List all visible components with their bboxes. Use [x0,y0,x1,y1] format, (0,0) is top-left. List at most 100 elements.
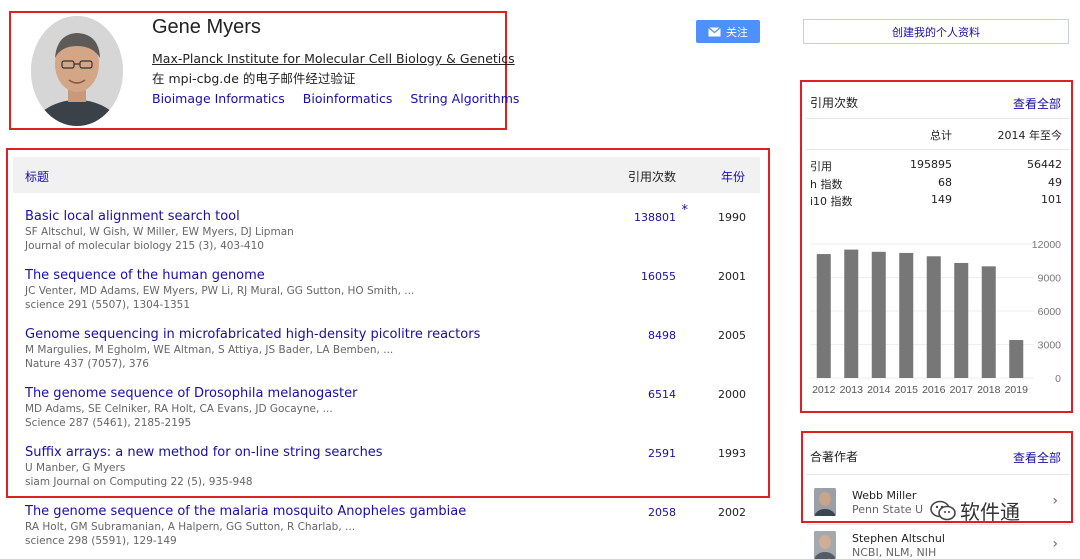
x-tick-label: 2015 [895,384,919,396]
chart-bar-2014[interactable] [871,251,886,378]
y-tick-label: 6000 [1038,306,1062,318]
chart-bar-2019[interactable] [1009,340,1024,378]
article-authors: RA Holt, GM Subramanian, A Halpern, GG S… [25,521,356,533]
follow-button[interactable]: 关注 [696,20,760,43]
mail-icon [708,26,721,36]
chart-bar-2017[interactable] [954,262,969,378]
article-journal: siam Journal on Computing 22 (5), 935-94… [25,476,253,488]
coauthors-title: 合著作者 [810,450,859,464]
metric-row: 引用 195895 56442 [810,158,1062,173]
article-year: 2005 [718,329,746,342]
x-tick-label: 2016 [922,384,946,396]
coauthors-divider [806,474,1070,475]
y-tick-label: 0 [1055,373,1061,385]
table-row: Genome sequencing in microfabricated hig… [25,327,760,385]
chart-bar-2013[interactable] [844,249,859,378]
interest-tag[interactable]: String Algorithms [410,91,519,106]
profile-email-verification: 在 mpi-cbg.de 的电子邮件经过验证 [152,71,356,86]
profile-name: Gene Myers [152,16,261,38]
coauthor-affiliation: NCBI, NLM, NIH [852,546,937,559]
article-title[interactable]: Genome sequencing in microfabricated hig… [25,327,480,342]
metric-label: i10 指数 [810,195,853,208]
column-cited-header: 引用次数 [627,170,676,184]
col-since-header: 2014 年至今 [997,129,1063,142]
article-journal: science 291 (5507), 1304-1351 [25,299,191,311]
coauthor-item[interactable]: Stephen Altschul NCBI, NLM, NIH › [810,527,1062,559]
y-tick-label: 9000 [1038,273,1062,285]
merged-citation-star[interactable]: * [682,203,689,218]
article-title[interactable]: Suffix arrays: a new method for on-line … [25,445,383,460]
x-tick-label: 2019 [1005,384,1029,396]
coauthor-avatar [814,488,836,516]
article-authors: M Margulies, M Egholm, WE Altman, S Atti… [25,344,394,356]
metric-row: h 指数 68 49 [810,176,1062,191]
citations-view-all-link[interactable]: 查看全部 [1013,95,1061,112]
articles-table-header: 标题 引用次数 年份 [13,157,760,193]
article-journal: Science 287 (5461), 2185-2195 [25,417,192,429]
article-year: 1990 [718,211,746,224]
chart-bar-2015[interactable] [899,252,914,378]
citations-divider [806,118,1070,119]
article-title[interactable]: The genome sequence of Drosophila melano… [25,386,357,401]
article-year: 1993 [718,447,746,460]
metric-label: 引用 [810,160,832,173]
profile-interests: Bioimage Informatics Bioinformatics Stri… [152,91,533,106]
article-authors: MD Adams, SE Celniker, RA Holt, CA Evans… [25,403,333,415]
chevron-right-icon: › [1052,536,1058,552]
article-cited-count[interactable]: 2591 [648,447,676,460]
x-tick-label: 2018 [977,384,1001,396]
article-cited-count[interactable]: 6514 [648,388,676,401]
metric-since: 49 [1048,176,1062,189]
chart-bar-2016[interactable] [926,256,941,378]
profile-affiliation[interactable]: Max-Planck Institute for Molecular Cell … [152,51,515,66]
metric-total: 195895 [910,158,952,171]
x-tick-label: 2014 [867,384,891,396]
profile-avatar [31,16,123,126]
coauthor-avatar [814,531,836,559]
article-cited-count[interactable]: 16055 [641,270,676,283]
article-title[interactable]: The sequence of the human genome [25,268,265,283]
interest-tag[interactable]: Bioimage Informatics [152,91,285,106]
article-journal: Nature 437 (7057), 376 [25,358,149,370]
table-row: The genome sequence of Drosophila melano… [25,386,760,444]
article-title[interactable]: Basic local alignment search tool [25,209,240,224]
coauthor-name: Webb Miller [852,489,917,502]
article-year: 2001 [718,270,746,283]
article-year: 2002 [718,506,746,519]
chart-bar-2018[interactable] [981,266,996,378]
article-authors: SF Altschul, W Gish, W Miller, EW Myers,… [25,226,294,238]
article-authors: U Manber, G Myers [25,462,126,474]
table-row: Suffix arrays: a new method for on-line … [25,445,760,503]
article-cited-count[interactable]: 8498 [648,329,676,342]
metric-total: 68 [938,176,952,189]
citations-divider [806,149,1070,150]
y-tick-label: 12000 [1032,239,1061,251]
metric-total: 149 [931,193,952,206]
y-tick-label: 3000 [1038,340,1062,352]
coauthors-view-all-link[interactable]: 查看全部 [1013,449,1061,466]
article-cited-count[interactable]: 2058 [648,506,676,519]
interest-tag[interactable]: Bioinformatics [303,91,393,106]
table-row: The sequence of the human genome JC Vent… [25,268,760,326]
create-profile-button[interactable]: 创建我的个人资料 [803,19,1069,44]
wechat-icon [930,500,956,520]
article-authors: JC Venter, MD Adams, EW Myers, PW Li, RJ… [25,285,415,297]
metric-label: h 指数 [810,178,843,191]
x-tick-label: 2012 [812,384,836,396]
scholar-profile-page: Gene Myers Max-Planck Institute for Mole… [0,0,1080,559]
metric-since: 101 [1041,193,1062,206]
metric-since: 56442 [1027,158,1062,171]
watermark-overlay: 软件通 [930,496,1020,525]
citations-columns-header: 总计 2014 年至今 [810,127,1063,142]
article-year: 2000 [718,388,746,401]
chart-bar-2012[interactable] [816,254,831,378]
chevron-right-icon: › [1052,493,1058,509]
article-title[interactable]: The genome sequence of the malaria mosqu… [25,504,466,519]
article-cited-count[interactable]: 138801 [634,211,676,224]
column-year-header[interactable]: 年份 [721,168,745,185]
coauthor-affiliation: Penn State U [852,503,924,516]
article-journal: Journal of molecular biology 215 (3), 40… [25,240,264,252]
column-title-header[interactable]: 标题 [25,168,49,185]
coauthor-name: Stephen Altschul [852,532,945,545]
table-row: Basic local alignment search tool SF Alt… [25,203,760,267]
